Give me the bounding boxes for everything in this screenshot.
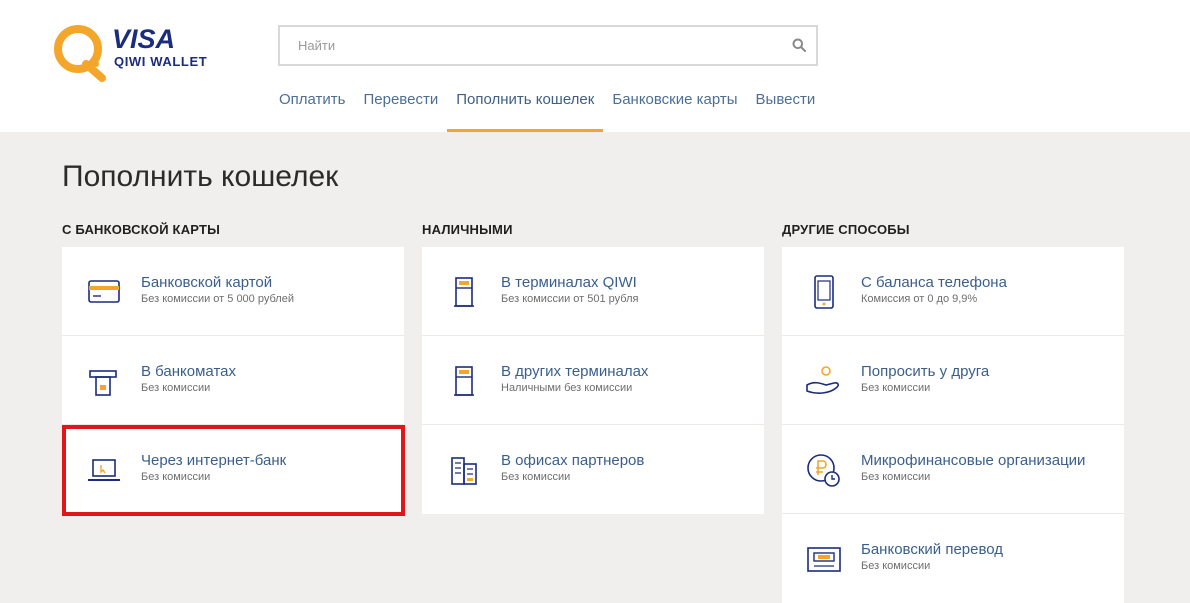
option-partner-offices[interactable]: В офисах партнеров Без комиссии <box>422 425 764 514</box>
option-subtitle: Без комиссии <box>141 382 211 394</box>
column-title: НАЛИЧНЫМИ <box>422 222 513 237</box>
main-nav: Оплатить Перевести Пополнить кошелек Бан… <box>270 88 824 132</box>
option-title: В офисах партнеров <box>501 452 645 469</box>
phone-icon <box>814 275 834 309</box>
option-internet-bank[interactable]: Через интернет-банк Без комиссии <box>62 425 404 514</box>
bank-transfer-icon <box>807 547 841 572</box>
option-subtitle: Без комиссии от 501 рубля <box>501 293 639 305</box>
nav-top-up-wallet[interactable]: Пополнить кошелек <box>447 88 604 132</box>
column-cash: НАЛИЧНЫМИ В терминалах QIWI Без комиссии… <box>422 222 764 514</box>
option-phone-balance[interactable]: С баланса телефона Комиссия от 0 до 9,9% <box>782 247 1124 336</box>
options-card: В терминалах QIWI Без комиссии от 501 ру… <box>422 247 764 514</box>
nav-pay[interactable]: Оплатить <box>270 88 355 132</box>
option-bank-transfer[interactable]: Банковский перевод Без комиссии <box>782 514 1124 603</box>
search-box <box>278 25 818 66</box>
column-other: ДРУГИЕ СПОСОБЫ С баланса телефона Комисс… <box>782 222 1124 603</box>
nav-bank-cards[interactable]: Банковские карты <box>603 88 746 132</box>
option-title: Попросить у друга <box>861 363 990 380</box>
logo-wallet-text: QIWI WALLET <box>114 54 208 69</box>
office-icon <box>451 457 477 485</box>
header: VISA QIWI WALLET Оплатить Перевести Попо… <box>0 0 1190 132</box>
option-subtitle: Без комиссии <box>501 471 571 483</box>
option-title: Банковской картой <box>141 274 273 291</box>
option-title: Банковский перевод <box>861 541 1004 558</box>
option-subtitle: Без комиссии <box>861 560 931 572</box>
bank-card-icon <box>88 280 120 303</box>
option-subtitle: Без комиссии <box>861 471 931 483</box>
terminal-icon <box>454 366 474 396</box>
option-ask-friend[interactable]: Попросить у друга Без комиссии <box>782 336 1124 425</box>
option-title: В терминалах QIWI <box>501 274 637 291</box>
hand-coin-icon <box>806 366 839 394</box>
option-title: В банкоматах <box>141 363 236 380</box>
search-input[interactable] <box>280 27 780 64</box>
option-microfinance[interactable]: Микрофинансовые организации Без комиссии <box>782 425 1124 514</box>
options-card: Банковской картой Без комиссии от 5 000 … <box>62 247 404 514</box>
option-subtitle: Наличными без комиссии <box>501 382 633 394</box>
search-icon[interactable] <box>792 38 806 52</box>
option-subtitle: Без комиссии <box>141 471 211 483</box>
option-other-terminals[interactable]: В других терминалах Наличными без комисс… <box>422 336 764 425</box>
column-bank-card: С БАНКОВСКОЙ КАРТЫ Банковской картой Без… <box>62 222 404 514</box>
laptop-icon <box>88 459 120 481</box>
options-card: С баланса телефона Комиссия от 0 до 9,9%… <box>782 247 1124 603</box>
option-subtitle: Без комиссии <box>861 382 931 394</box>
qiwi-visa-logo[interactable]: VISA QIWI WALLET <box>52 22 222 82</box>
atm-icon <box>89 370 117 396</box>
ruble-clock-icon <box>807 454 840 487</box>
option-title: С баланса телефона <box>861 274 1007 291</box>
option-title: Через интернет-банк <box>141 452 287 469</box>
column-title: ДРУГИЕ СПОСОБЫ <box>782 222 910 237</box>
option-subtitle: Комиссия от 0 до 9,9% <box>861 293 978 305</box>
logo-visa-text: VISA <box>112 24 176 54</box>
option-qiwi-terminals[interactable]: В терминалах QIWI Без комиссии от 501 ру… <box>422 247 764 336</box>
option-bank-card[interactable]: Банковской картой Без комиссии от 5 000 … <box>62 247 404 336</box>
nav-withdraw[interactable]: Вывести <box>747 88 825 132</box>
option-title: Микрофинансовые организации <box>861 452 1086 469</box>
option-title: В других терминалах <box>501 363 649 380</box>
page-title: Пополнить кошелек <box>62 160 339 193</box>
column-title: С БАНКОВСКОЙ КАРТЫ <box>62 222 221 237</box>
option-atm[interactable]: В банкоматах Без комиссии <box>62 336 404 425</box>
terminal-icon <box>454 277 474 307</box>
nav-transfer[interactable]: Перевести <box>355 88 448 132</box>
qiwi-q-icon <box>54 25 106 82</box>
option-subtitle: Без комиссии от 5 000 рублей <box>141 293 294 305</box>
